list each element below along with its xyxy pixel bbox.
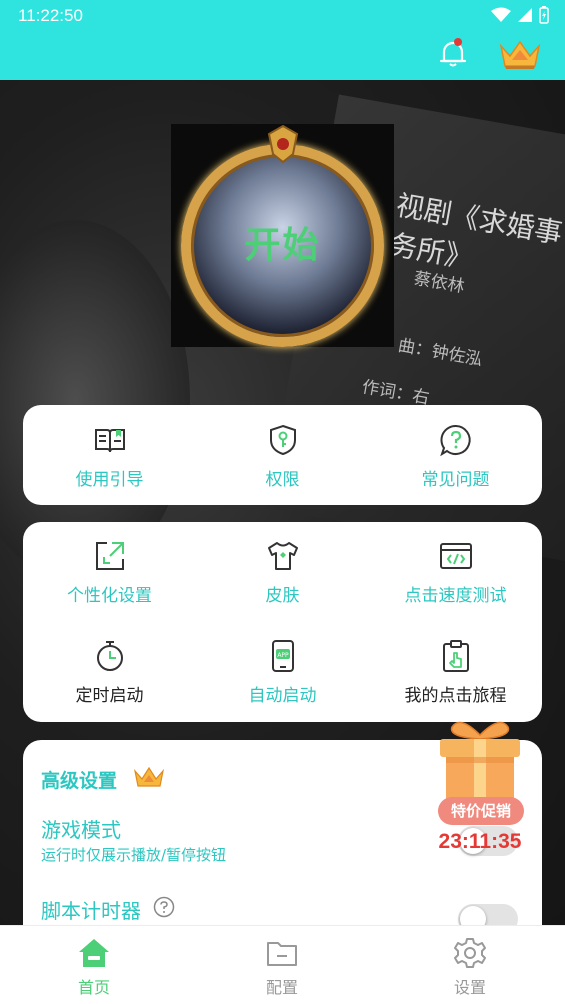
advanced-title: 高级设置 (41, 770, 118, 792)
wifi-icon (491, 7, 511, 22)
timer-icon (96, 641, 123, 671)
nav-home-label: 首页 (77, 978, 110, 997)
click-journey-label: 我的点击旅程 (404, 686, 507, 706)
signal-icon (518, 8, 532, 22)
nav-config[interactable]: 配置 (222, 936, 342, 998)
timed-start-label: 定时启动 (75, 686, 144, 706)
tshirt-icon (267, 542, 298, 570)
promo-countdown: 23:11:35 (438, 830, 522, 853)
promo-badge: 特价促销 (438, 797, 524, 825)
gear-icon (454, 938, 486, 968)
personalize-label: 个性化设置 (67, 586, 152, 606)
battery-icon (539, 6, 549, 24)
help-icon[interactable] (153, 896, 175, 918)
crown-icon (133, 766, 165, 787)
shield-key-icon (269, 424, 296, 456)
quick-actions-card: 使用引导 权限 常见问题 (23, 405, 542, 505)
crest-icon (267, 124, 299, 164)
resize-icon (95, 542, 124, 570)
click-journey-button[interactable]: 我的点击旅程 (369, 639, 542, 706)
question-icon (439, 424, 471, 457)
promo-widget[interactable]: 特价促销 23:11:35 (430, 715, 530, 860)
game-mode-subtitle: 运行时仅展示播放/暂停按钮 (41, 846, 227, 864)
guide-button[interactable]: 使用引导 (23, 423, 196, 490)
skin-label: 皮肤 (265, 586, 300, 606)
app-phone-icon: APP (271, 640, 294, 672)
vip-crown-icon[interactable] (498, 38, 542, 70)
status-time: 11:22:50 (18, 6, 83, 25)
folder-icon (267, 942, 297, 966)
start-label[interactable]: 开始 (171, 216, 394, 268)
start-avatar-button[interactable]: 开始 (171, 124, 394, 347)
nav-config-label: 配置 (265, 978, 298, 997)
bell-icon[interactable] (436, 36, 470, 70)
nav-settings-label: 设置 (453, 978, 486, 997)
game-mode-title: 游戏模式 (41, 818, 121, 842)
home-icon (79, 939, 109, 967)
clipboard-tap-icon (442, 640, 469, 672)
book-icon (94, 429, 125, 453)
permission-button[interactable]: 权限 (196, 423, 369, 490)
status-icons (491, 6, 549, 24)
faq-label: 常见问题 (421, 470, 490, 490)
nav-settings[interactable]: 设置 (410, 936, 530, 998)
script-timer-title: 脚本计时器 (41, 899, 141, 923)
auto-start-button[interactable]: APP 自动启动 (196, 639, 369, 706)
guide-label: 使用引导 (75, 470, 144, 490)
auto-start-label: 自动启动 (248, 686, 317, 706)
code-window-icon (439, 543, 472, 569)
gift-box-icon (440, 721, 520, 805)
svg-text:APP: APP (277, 652, 289, 659)
features-card: 个性化设置 皮肤 点击速度测试 定时启动 APP 自动启动 我的点击旅程 (23, 522, 542, 722)
personalize-button[interactable]: 个性化设置 (23, 539, 196, 606)
skin-button[interactable]: 皮肤 (196, 539, 369, 606)
app-header: 11:22:50 (0, 0, 565, 80)
speed-test-button[interactable]: 点击速度测试 (369, 539, 542, 606)
nav-home[interactable]: 首页 (34, 936, 154, 998)
bottom-nav: 首页 配置 设置 (0, 926, 565, 1004)
permission-label: 权限 (265, 470, 300, 490)
speed-test-label: 点击速度测试 (404, 586, 507, 606)
timed-start-button[interactable]: 定时启动 (23, 639, 196, 706)
faq-button[interactable]: 常见问题 (369, 423, 542, 490)
